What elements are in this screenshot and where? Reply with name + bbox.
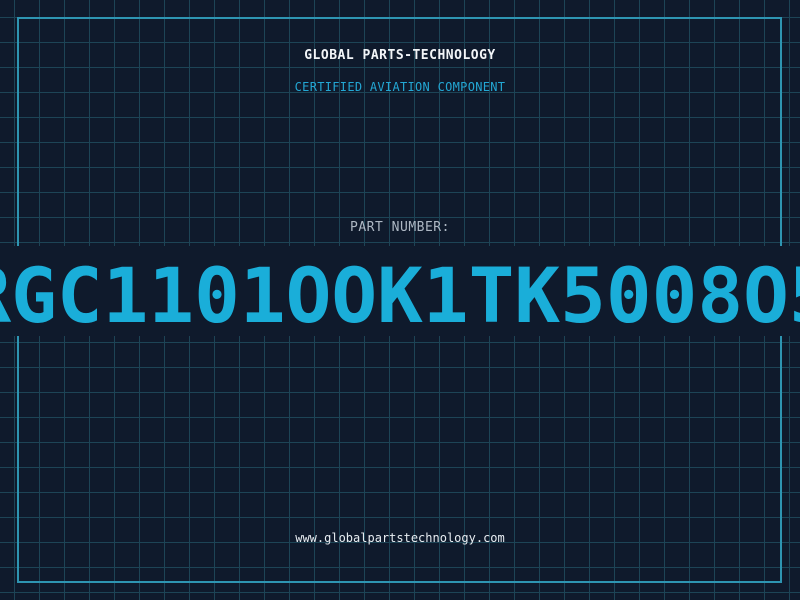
website-url: www.globalpartstechnology.com: [295, 531, 505, 545]
part-number-value: RGC1101OOK1TK5008O5: [0, 251, 800, 336]
certificate-canvas: GLOBAL PARTS-TECHNOLOGY CERTIFIED AVIATI…: [0, 0, 800, 600]
brand-title: GLOBAL PARTS-TECHNOLOGY: [304, 48, 496, 63]
part-number-band: RGC1101OOK1TK5008O5: [0, 246, 800, 336]
certification-subtitle: CERTIFIED AVIATION COMPONENT: [294, 80, 506, 94]
part-number-label: PART NUMBER:: [350, 220, 450, 235]
